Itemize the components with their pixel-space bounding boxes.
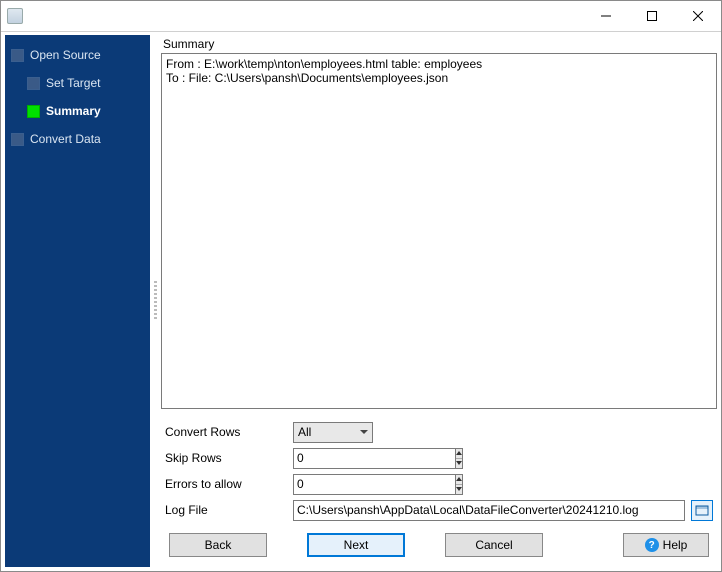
row-skip-rows: Skip Rows [165, 445, 713, 471]
convert-rows-select[interactable]: All [293, 422, 373, 443]
skip-rows-input[interactable] [293, 448, 455, 469]
triangle-up-icon [456, 477, 462, 481]
errors-down-button[interactable] [456, 484, 462, 494]
sidebar-item-open-source[interactable]: Open Source [5, 41, 150, 69]
close-button[interactable] [675, 1, 721, 31]
button-label: Back [205, 538, 232, 552]
main-panel: Summary From : E:\work\temp\nton\employe… [161, 35, 717, 567]
sidebar-item-set-target[interactable]: Set Target [5, 69, 150, 97]
triangle-down-icon [456, 461, 462, 465]
cancel-button[interactable]: Cancel [445, 533, 543, 557]
row-errors-allow: Errors to allow [165, 471, 713, 497]
summary-heading: Summary [161, 35, 717, 53]
step-marker-icon [27, 77, 40, 90]
wizard-button-bar: Back Next Cancel ? Help [161, 525, 717, 567]
errors-label: Errors to allow [165, 477, 293, 491]
sidebar-item-summary[interactable]: Summary [5, 97, 150, 125]
skip-rows-down-button[interactable] [456, 458, 462, 468]
button-label: Next [344, 538, 369, 552]
wizard-sidebar: Open Source Set Target Summary Convert D… [5, 35, 150, 567]
sidebar-item-label: Convert Data [30, 132, 101, 146]
step-marker-icon [27, 105, 40, 118]
sidebar-item-label: Set Target [46, 76, 100, 90]
sidebar-item-label: Summary [46, 104, 101, 118]
skip-rows-up-button[interactable] [456, 449, 462, 458]
errors-up-button[interactable] [456, 475, 462, 484]
help-icon: ? [645, 538, 659, 552]
open-file-icon [695, 504, 709, 516]
errors-input[interactable] [293, 474, 455, 495]
step-marker-icon [11, 49, 24, 62]
sidebar-item-label: Open Source [30, 48, 101, 62]
errors-stepper[interactable] [293, 474, 373, 495]
work-area: Open Source Set Target Summary Convert D… [1, 31, 721, 571]
app-window: Open Source Set Target Summary Convert D… [0, 0, 722, 572]
row-convert-rows: Convert Rows All [165, 419, 713, 445]
button-label: Help [663, 538, 688, 552]
help-button[interactable]: ? Help [623, 533, 709, 557]
skip-rows-stepper[interactable] [293, 448, 373, 469]
splitter[interactable] [154, 35, 157, 567]
log-file-browse-button[interactable] [691, 500, 713, 521]
back-button[interactable]: Back [169, 533, 267, 557]
titlebar [1, 1, 721, 31]
summary-text[interactable]: From : E:\work\temp\nton\employees.html … [161, 53, 717, 409]
maximize-button[interactable] [629, 1, 675, 31]
options-form: Convert Rows All Skip Rows [161, 409, 717, 525]
app-icon [7, 8, 23, 24]
window-controls [583, 1, 721, 31]
log-file-label: Log File [165, 503, 293, 517]
skip-rows-label: Skip Rows [165, 451, 293, 465]
chevron-down-icon [360, 430, 368, 434]
button-label: Cancel [475, 538, 512, 552]
next-button[interactable]: Next [307, 533, 405, 557]
row-log-file: Log File [165, 497, 713, 523]
log-file-input[interactable] [293, 500, 685, 521]
convert-rows-value: All [298, 425, 311, 439]
triangle-up-icon [456, 451, 462, 455]
step-marker-icon [11, 133, 24, 146]
triangle-down-icon [456, 487, 462, 491]
convert-rows-label: Convert Rows [165, 425, 293, 439]
minimize-button[interactable] [583, 1, 629, 31]
sidebar-item-convert-data[interactable]: Convert Data [5, 125, 150, 153]
